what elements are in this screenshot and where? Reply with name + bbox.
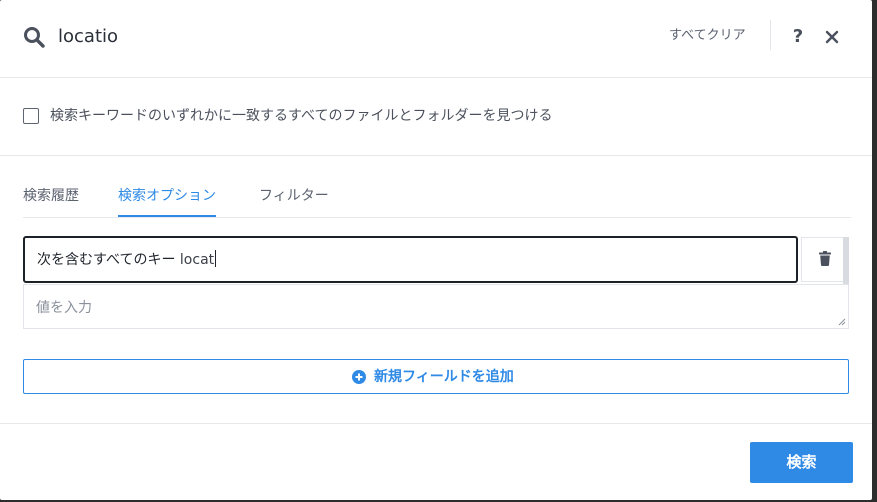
search-dialog: locatio すべてクリア ? 検索キーワードのいずれかに一致するすべてのファ… <box>0 0 872 500</box>
background-area <box>872 0 877 502</box>
match-any-label[interactable]: 検索キーワードのいずれかに一致するすべてのファイルとフォルダーを見つける <box>50 107 552 125</box>
search-button[interactable]: 検索 <box>750 442 853 483</box>
clear-all-button[interactable]: すべてクリア <box>669 28 746 44</box>
key-input-value: locat <box>179 252 215 268</box>
dialog-header: locatio すべてクリア ? <box>0 0 872 78</box>
key-input-content: 次を含むすべてのキー locat <box>37 250 217 269</box>
key-input[interactable]: 次を含むすべてのキー locat <box>23 236 798 283</box>
delete-field-button[interactable] <box>801 237 847 282</box>
search-query-text[interactable]: locatio <box>58 26 118 48</box>
tab-search-history[interactable]: 検索履歴 <box>23 187 79 215</box>
help-icon[interactable]: ? <box>790 26 806 48</box>
value-input-placeholder: 値を入力 <box>36 300 92 316</box>
plus-circle-icon <box>352 370 366 384</box>
dialog-footer: 検索 <box>0 423 872 500</box>
add-new-field-label: 新規フィールドを追加 <box>374 369 514 385</box>
value-input[interactable]: 値を入力 <box>23 284 849 329</box>
resize-grip-icon[interactable] <box>838 318 846 326</box>
search-icon <box>24 27 45 48</box>
trash-icon <box>819 251 831 266</box>
tab-filter[interactable]: フィルター <box>259 187 329 215</box>
text-caret <box>215 250 217 267</box>
key-input-label: 次を含むすべてのキー <box>37 252 176 268</box>
close-icon[interactable] <box>824 28 840 46</box>
header-divider <box>770 20 771 50</box>
match-any-option-row: 検索キーワードのいずれかに一致するすべてのファイルとフォルダーを見つける <box>0 78 872 156</box>
add-new-field-button[interactable]: 新規フィールドを追加 <box>23 359 849 394</box>
tab-search-options[interactable]: 検索オプション <box>118 187 216 217</box>
match-any-checkbox[interactable] <box>23 108 39 124</box>
tab-bar: 検索履歴 検索オプション フィルター <box>23 175 851 218</box>
